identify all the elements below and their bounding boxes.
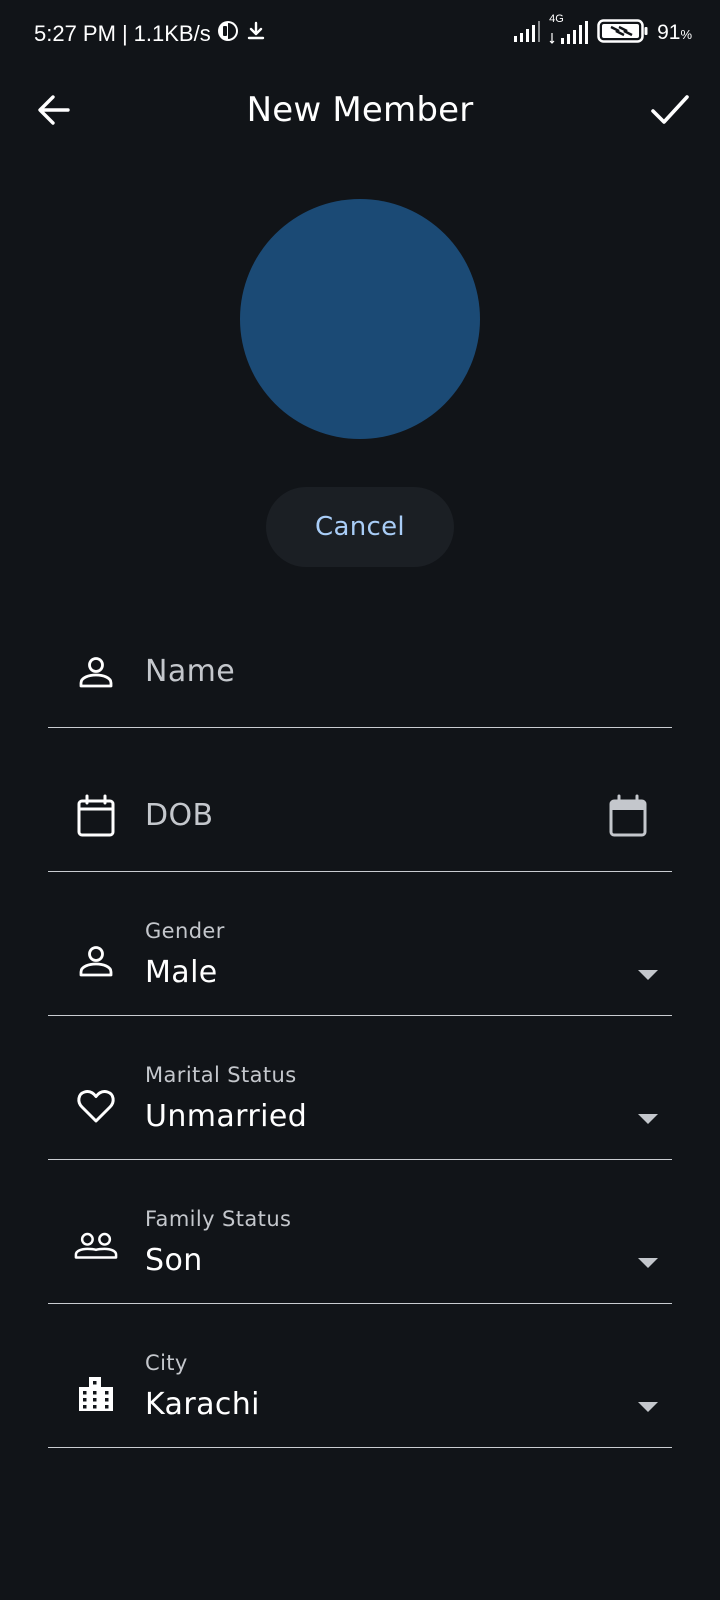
calendar-picker-icon[interactable] [606, 794, 650, 838]
battery-unit: % [680, 27, 692, 42]
signal-4g-icon: 4G [549, 13, 589, 47]
dob-placeholder: DOB [145, 798, 214, 833]
battery-icon [597, 18, 649, 48]
battery-percent-text: 91% [657, 21, 692, 45]
download-icon [245, 20, 267, 48]
status-time: 5:27 PM [34, 21, 116, 46]
family-status-value: Son [145, 1243, 203, 1278]
check-icon [650, 93, 690, 131]
family-status-dropdown[interactable]: Family Status Son [48, 1193, 672, 1304]
city-label: City [145, 1351, 188, 1375]
dropdown-arrow-icon [638, 1114, 658, 1124]
name-field[interactable]: Name [48, 617, 672, 728]
dropdown-arrow-icon [638, 970, 658, 980]
marital-status-label: Marital Status [145, 1063, 297, 1087]
person-icon [74, 650, 118, 694]
gender-value: Male [145, 955, 218, 990]
save-button[interactable] [644, 86, 696, 138]
dropdown-arrow-icon [638, 1402, 658, 1412]
city-value: Karachi [145, 1387, 260, 1422]
person-icon [74, 939, 118, 983]
building-icon [74, 1371, 118, 1415]
app-bar: New Member [0, 72, 720, 152]
page-title: New Member [246, 90, 474, 130]
data-saver-icon [217, 20, 239, 48]
calendar-icon [74, 794, 118, 838]
marital-status-dropdown[interactable]: Marital Status Unmarried [48, 1049, 672, 1160]
cancel-button[interactable]: Cancel [266, 487, 454, 567]
status-separator: | [121, 21, 128, 46]
marital-status-value: Unmarried [145, 1099, 308, 1134]
name-placeholder: Name [145, 654, 236, 689]
gender-dropdown[interactable]: Gender Male [48, 905, 672, 1016]
dropdown-arrow-icon [638, 1258, 658, 1268]
status-bar: 5:27 PM | 1.1KB/s 4G 91% [0, 0, 720, 70]
family-status-label: Family Status [145, 1207, 292, 1231]
avatar[interactable] [240, 199, 480, 439]
gender-label: Gender [145, 919, 225, 943]
status-left: 5:27 PM | 1.1KB/s [34, 20, 267, 48]
city-dropdown[interactable]: City Karachi [48, 1337, 672, 1448]
signal-icon [513, 19, 541, 47]
status-net-speed: 1.1KB/s [133, 21, 211, 46]
dob-field[interactable]: DOB [48, 761, 672, 872]
status-right: 4G 91% [513, 13, 692, 48]
battery-percent: 91 [657, 21, 681, 44]
group-icon [74, 1224, 118, 1268]
heart-icon [74, 1084, 118, 1128]
